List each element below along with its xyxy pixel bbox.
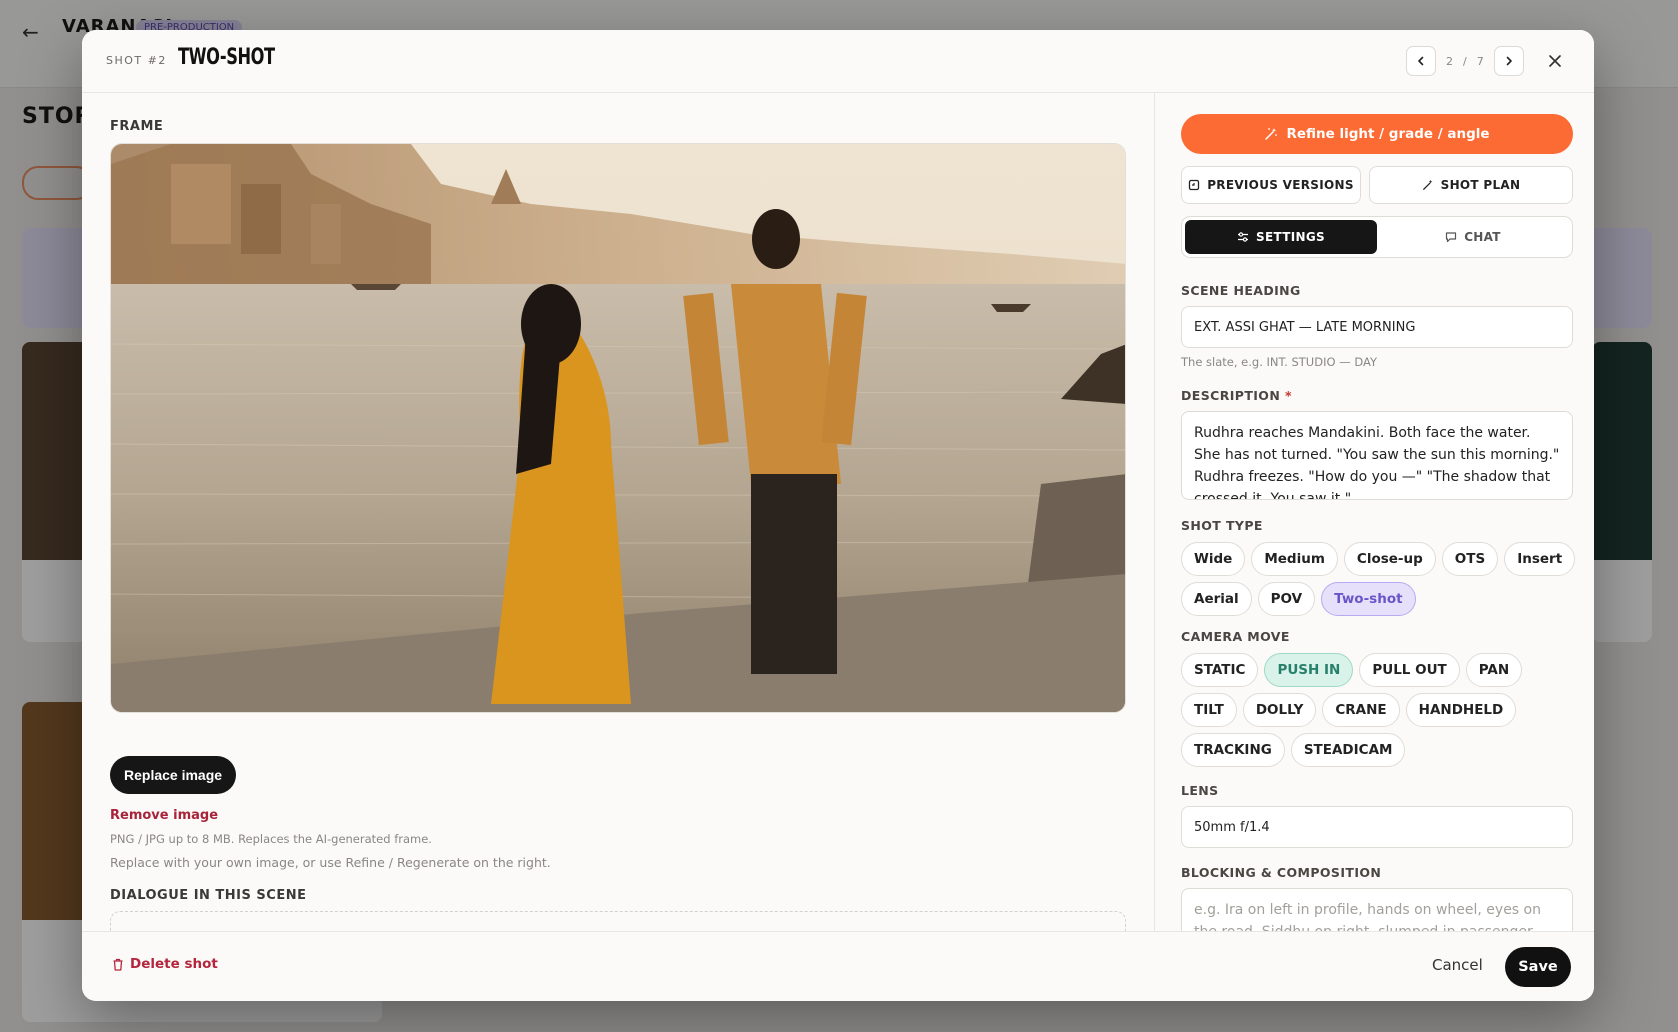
camera-move-chip-dolly[interactable]: DOLLY bbox=[1242, 693, 1317, 727]
shot-type-label: SHOT TYPE bbox=[1181, 518, 1263, 533]
camera-move-chip-tracking[interactable]: TRACKING bbox=[1181, 733, 1285, 767]
blocking-label: BLOCKING & COMPOSITION bbox=[1181, 865, 1382, 880]
camera-move-chip-static[interactable]: STATIC bbox=[1181, 653, 1259, 687]
description-label-row: DESCRIPTION * bbox=[1181, 388, 1292, 403]
refine-button-label: Refine light / grade / angle bbox=[1286, 126, 1490, 142]
description-value: Rudhra reaches Mandakini. Both face the … bbox=[1194, 425, 1560, 500]
dialogue-empty-state: No matching dialogue found. Make sure th… bbox=[110, 911, 1126, 931]
shot-type-chip-close-up[interactable]: Close-up bbox=[1343, 542, 1436, 576]
camera-move-chip-steadicam[interactable]: STEADICAM bbox=[1290, 733, 1406, 767]
lens-value: 50mm f/1.4 bbox=[1194, 819, 1270, 835]
modal-footer: Delete shot Cancel Save bbox=[82, 931, 1594, 1001]
previous-versions-button[interactable]: PREVIOUS VERSIONS bbox=[1181, 166, 1361, 204]
scene-heading-label: SCENE HEADING bbox=[1181, 283, 1301, 298]
settings-pane: Refine light / grade / angle PREVIOUS VE… bbox=[1154, 93, 1594, 931]
back-arrow-icon: ← bbox=[22, 20, 39, 44]
shot-editor-modal: SHOT #2 TWO-SHOT 2 / 7 FRAME Replace ima… bbox=[82, 30, 1594, 1001]
shot-plan-button[interactable]: SHOT PLAN bbox=[1369, 166, 1573, 204]
sliders-icon bbox=[1238, 232, 1249, 242]
shot-title: TWO-SHOT bbox=[178, 45, 275, 70]
shot-type-chip-medium[interactable]: Medium bbox=[1251, 542, 1338, 576]
shot-type-options: Wide Medium Close-up OTS Insert Aerial POV Two-… bbox=[1181, 542, 1581, 616]
frame-illustration bbox=[111, 144, 1125, 712]
replace-hint: Replace with your own image, or use Refi… bbox=[110, 855, 551, 870]
camera-move-chip-handheld[interactable]: HANDHELD bbox=[1405, 693, 1517, 727]
previous-versions-label: PREVIOUS VERSIONS bbox=[1207, 178, 1354, 192]
tab-chat-label: CHAT bbox=[1464, 230, 1501, 244]
bg-card-image bbox=[1592, 342, 1652, 560]
file-hint: PNG / JPG up to 8 MB. Replaces the AI-ge… bbox=[110, 832, 432, 846]
pager-total: 7 bbox=[1476, 54, 1484, 68]
delete-shot-label: Delete shot bbox=[130, 956, 218, 972]
camera-move-chip-pan[interactable]: PAN bbox=[1465, 653, 1523, 687]
camera-move-chip-push-in[interactable]: PUSH IN bbox=[1264, 653, 1354, 687]
scene-heading-value: EXT. ASSI GHAT — LATE MORNING bbox=[1194, 319, 1416, 335]
close-button[interactable] bbox=[1542, 48, 1568, 74]
tab-settings[interactable]: SETTINGS bbox=[1185, 220, 1377, 254]
chat-bubble-icon bbox=[1446, 232, 1457, 243]
shot-type-chip-wide[interactable]: Wide bbox=[1181, 542, 1246, 576]
close-icon bbox=[1549, 55, 1561, 67]
lens-label: LENS bbox=[1181, 783, 1219, 798]
frame-image bbox=[110, 143, 1126, 713]
blocking-textarea[interactable]: e.g. Ira on left in profile, hands on wh… bbox=[1181, 888, 1573, 931]
chevron-right-icon bbox=[1506, 56, 1512, 66]
camera-move-chip-pull-out[interactable]: PULL OUT bbox=[1359, 653, 1460, 687]
shot-pager: 2 / 7 bbox=[1406, 46, 1524, 76]
settings-chat-tabs: SETTINGS CHAT bbox=[1181, 216, 1573, 258]
scene-heading-input[interactable]: EXT. ASSI GHAT — LATE MORNING bbox=[1181, 306, 1573, 348]
magic-wand-icon bbox=[1265, 128, 1278, 140]
shot-type-chip-insert[interactable]: Insert bbox=[1504, 542, 1576, 576]
shot-plan-label: SHOT PLAN bbox=[1440, 178, 1521, 192]
dialogue-label: DIALOGUE IN THIS SCENE bbox=[110, 888, 307, 903]
trash-icon bbox=[113, 958, 123, 971]
shot-type-chip-aerial[interactable]: Aerial bbox=[1181, 582, 1252, 616]
tab-chat[interactable]: CHAT bbox=[1377, 220, 1569, 254]
camera-move-label: CAMERA MOVE bbox=[1181, 629, 1290, 644]
remove-image-link[interactable]: Remove image bbox=[110, 808, 218, 823]
camera-move-chip-tilt[interactable]: TILT bbox=[1181, 693, 1237, 727]
delete-shot-button[interactable]: Delete shot bbox=[112, 956, 218, 972]
description-label: DESCRIPTION bbox=[1181, 388, 1281, 403]
lens-input[interactable]: 50mm f/1.4 bbox=[1181, 806, 1573, 848]
required-marker: * bbox=[1284, 388, 1292, 403]
shot-type-chip-ots[interactable]: OTS bbox=[1441, 542, 1499, 576]
replace-image-button[interactable]: Replace image bbox=[110, 756, 237, 794]
pager-current: 2 bbox=[1446, 54, 1453, 68]
camera-move-chip-crane[interactable]: CRANE bbox=[1322, 693, 1400, 727]
cancel-button[interactable]: Cancel bbox=[1432, 956, 1483, 974]
save-button[interactable]: Save bbox=[1505, 947, 1571, 987]
camera-move-options: STATIC PUSH IN PULL OUT PAN TILT DOLLY CRANE HA… bbox=[1181, 653, 1581, 767]
blocking-placeholder: e.g. Ira on left in profile, hands on wh… bbox=[1194, 902, 1541, 931]
prev-shot-button[interactable] bbox=[1406, 46, 1436, 76]
next-shot-button[interactable] bbox=[1493, 46, 1524, 76]
pager-separator: / bbox=[1463, 54, 1467, 68]
scene-heading-hint: The slate, e.g. INT. STUDIO — DAY bbox=[1181, 355, 1377, 369]
magic-wand-icon bbox=[1422, 179, 1433, 190]
tab-settings-label: SETTINGS bbox=[1256, 230, 1325, 244]
frame-label: FRAME bbox=[110, 119, 164, 134]
modal-header: SHOT #2 TWO-SHOT 2 / 7 bbox=[82, 30, 1594, 93]
frame-pane: FRAME Replace image Remove image PNG / J… bbox=[82, 93, 1154, 931]
shot-type-chip-two-shot[interactable]: Two-shot bbox=[1321, 582, 1416, 616]
history-icon bbox=[1189, 179, 1200, 191]
shot-number: SHOT #2 bbox=[106, 54, 167, 67]
shot-type-chip-pov[interactable]: POV bbox=[1257, 582, 1316, 616]
refine-button[interactable]: Refine light / grade / angle bbox=[1181, 114, 1573, 154]
chevron-left-icon bbox=[1418, 56, 1424, 66]
description-textarea[interactable]: Rudhra reaches Mandakini. Both face the … bbox=[1181, 411, 1573, 500]
